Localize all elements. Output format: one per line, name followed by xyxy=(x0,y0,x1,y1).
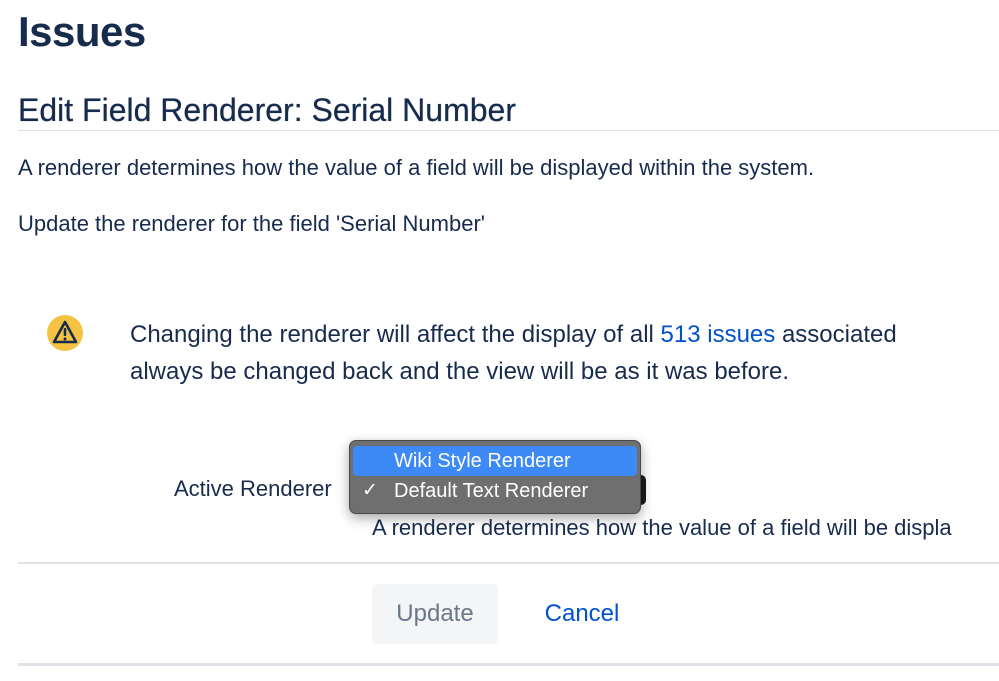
update-instruction: Update the renderer for the field 'Seria… xyxy=(18,211,485,236)
renderer-dropdown-menu[interactable]: Wiki Style Renderer ✓ Default Text Rende… xyxy=(349,440,641,514)
dropdown-option-default-text-renderer[interactable]: ✓ Default Text Renderer xyxy=(353,476,637,506)
bottom-divider xyxy=(18,663,999,666)
page-title: Issues xyxy=(18,8,146,55)
renderer-help-text: A renderer determines how the value of a… xyxy=(372,515,952,540)
update-button[interactable]: Update xyxy=(372,584,498,644)
dropdown-option-label: Default Text Renderer xyxy=(394,480,589,502)
warning-text-line2: always be changed back and the view will… xyxy=(130,358,790,385)
warning-icon xyxy=(47,315,83,351)
checkmark-icon: ✓ xyxy=(362,480,378,501)
warning-text-before: Changing the renderer will affect the di… xyxy=(130,321,661,348)
dropdown-option-wiki-style-renderer[interactable]: Wiki Style Renderer xyxy=(353,446,637,476)
form-divider xyxy=(18,562,999,564)
warning-text-after: associated xyxy=(775,321,897,348)
renderer-description: A renderer determines how the value of a… xyxy=(18,155,815,180)
section-title: Edit Field Renderer: Serial Number xyxy=(18,92,516,128)
warning-text: Changing the renderer will affect the di… xyxy=(130,316,999,390)
active-renderer-label: Active Renderer xyxy=(174,476,332,501)
dropdown-option-label: Wiki Style Renderer xyxy=(394,450,571,472)
issues-count-link[interactable]: 513 issues xyxy=(661,321,776,348)
title-divider xyxy=(18,130,999,131)
cancel-button[interactable]: Cancel xyxy=(522,584,642,644)
